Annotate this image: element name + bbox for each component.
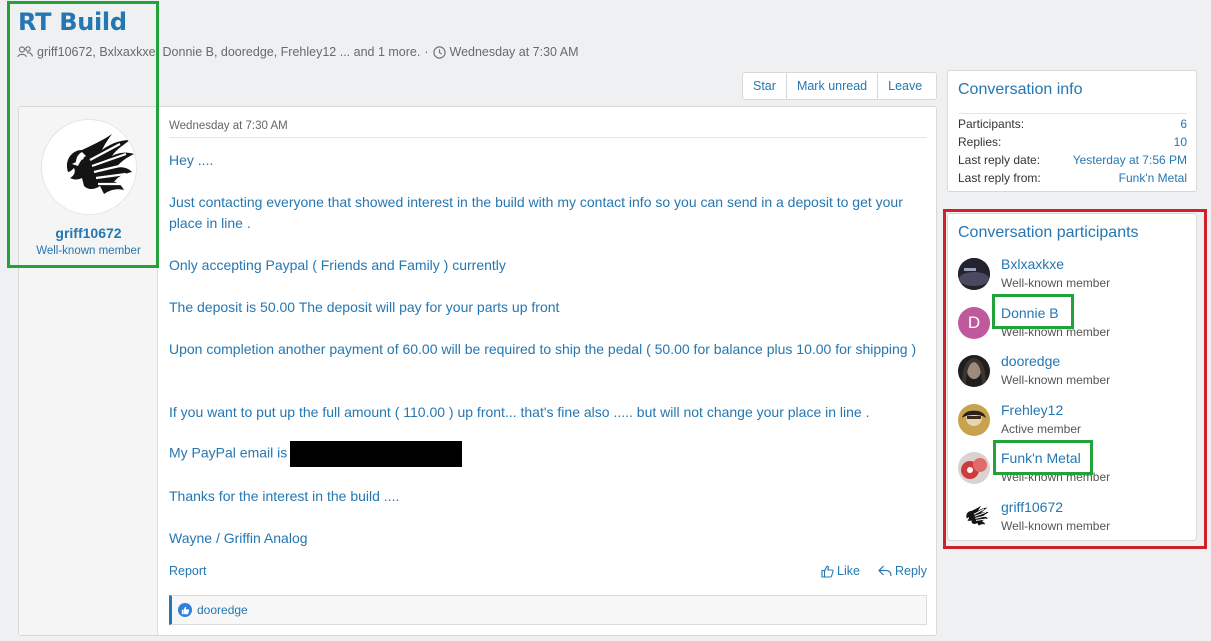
participant-item: Frehley12 Active member: [958, 400, 1187, 444]
redacted-email: [290, 441, 463, 467]
info-row-participants: Participants: 6: [958, 116, 1187, 132]
participants-title: Conversation participants: [958, 224, 1139, 241]
avatar[interactable]: [41, 119, 137, 215]
participant-item: griff10672 Well-known member: [958, 497, 1187, 541]
participant-name[interactable]: griff10672: [1001, 499, 1063, 515]
like-reaction-icon: [178, 603, 192, 617]
message-paragraph: Just contacting everyone that showed int…: [169, 194, 903, 231]
reply-button[interactable]: Reply: [878, 564, 927, 578]
griffin-logo-icon: [42, 120, 136, 214]
info-value: 6: [1180, 117, 1187, 131]
clock-icon: [432, 45, 446, 59]
divider: [169, 137, 927, 138]
leave-button[interactable]: Leave: [878, 73, 932, 99]
info-value: 10: [1173, 135, 1187, 149]
participant-title: Well-known member: [1001, 325, 1111, 339]
avatar[interactable]: [958, 404, 990, 436]
like-button[interactable]: Like: [821, 564, 860, 578]
message-paragraph: Upon completion another payment of 60.00…: [169, 341, 917, 357]
meta-time: Wednesday at 7:30 AM: [449, 45, 579, 59]
like-label: Like: [837, 564, 860, 578]
paypal-line: My PayPal email is: [169, 441, 927, 467]
message-paragraph: If you want to put up the full amount ( …: [169, 404, 870, 420]
info-value[interactable]: Yesterday at 7:56 PM: [1073, 152, 1187, 168]
mark-unread-button[interactable]: Mark unread: [787, 73, 879, 99]
info-row-last-reply-date: Last reply date: Yesterday at 7:56 PM: [958, 152, 1187, 168]
message-author[interactable]: griff10672: [19, 225, 158, 241]
participant-title: Well-known member: [1001, 519, 1111, 533]
reactions-bar: dooredge: [169, 595, 927, 625]
participant-title: Well-known member: [1001, 373, 1111, 387]
page-title: RT Build: [18, 8, 127, 36]
conversation-participants-box: Conversation participants Bxlxaxkxe Well…: [947, 213, 1197, 541]
participant-item: D Donnie B Well-known member: [958, 303, 1187, 347]
participant-item: Bxlxaxkxe Well-known member: [958, 254, 1187, 298]
avatar-initial: D: [967, 313, 981, 332]
info-key: Last reply from:: [958, 171, 1041, 185]
avatar[interactable]: D: [958, 307, 990, 339]
avatar[interactable]: [958, 452, 990, 484]
reaction-user[interactable]: dooredge: [197, 603, 248, 617]
conversation-actions: Star Mark unread Leave: [742, 72, 937, 100]
info-row-replies: Replies: 10: [958, 134, 1187, 150]
avatar[interactable]: [958, 258, 990, 290]
participant-name[interactable]: Bxlxaxkxe: [1001, 256, 1064, 272]
message-author-title: Well-known member: [36, 245, 141, 257]
message-paragraph: Thanks for the interest in the build ...…: [169, 488, 400, 504]
conversation-info-box: Conversation info Participants: 6 Replie…: [947, 70, 1197, 192]
participant-title: Well-known member: [1001, 276, 1111, 290]
info-key: Replies:: [958, 135, 1002, 149]
thumbs-up-icon: [821, 565, 834, 578]
participant-item: Funk'n Metal Well-known member: [958, 448, 1187, 492]
participant-title: Active member: [1001, 422, 1082, 436]
participant-item: dooredge Well-known member: [958, 351, 1187, 395]
participant-title: Well-known member: [1001, 470, 1111, 484]
participant-name[interactable]: dooredge: [1001, 353, 1060, 369]
info-key: Last reply date:: [958, 153, 1041, 167]
avatar[interactable]: [958, 501, 990, 533]
message-paragraph: Only accepting Paypal ( Friends and Fami…: [169, 257, 506, 273]
users-icon: [17, 46, 33, 58]
info-row-last-reply-from: Last reply from: Funk'n Metal: [958, 170, 1187, 186]
message-paragraph: Wayne / Griffin Analog: [169, 530, 308, 546]
info-value[interactable]: Funk'n Metal: [1119, 170, 1187, 186]
participants-list: griff10672, Bxlxaxkxe, Donnie B, dooredg…: [37, 45, 421, 59]
reply-icon: [878, 565, 892, 577]
participant-name[interactable]: Frehley12: [1001, 402, 1063, 418]
conversation-meta: griff10672, Bxlxaxkxe, Donnie B, dooredg…: [17, 45, 579, 59]
message-date[interactable]: Wednesday at 7:30 AM: [169, 120, 288, 132]
message-paragraph: The deposit is 50.00 The deposit will pa…: [169, 299, 560, 315]
message-user: griff10672 Well-known member: [19, 107, 158, 635]
report-link[interactable]: Report: [169, 564, 207, 578]
griffin-logo-icon: [958, 501, 990, 533]
avatar[interactable]: [958, 355, 990, 387]
meta-separator: ·: [424, 45, 429, 59]
info-title: Conversation info: [958, 81, 1083, 98]
divider: [958, 113, 1187, 114]
message: griff10672 Well-known member Wednesday a…: [18, 106, 937, 636]
info-key: Participants:: [958, 117, 1025, 131]
participant-name[interactable]: Funk'n Metal: [1001, 450, 1081, 466]
message-paragraph: Hey ....: [169, 152, 214, 168]
star-button[interactable]: Star: [743, 73, 787, 99]
message-paragraph: My PayPal email is: [169, 444, 288, 461]
reply-label: Reply: [895, 564, 927, 578]
participant-name[interactable]: Donnie B: [1001, 305, 1059, 321]
